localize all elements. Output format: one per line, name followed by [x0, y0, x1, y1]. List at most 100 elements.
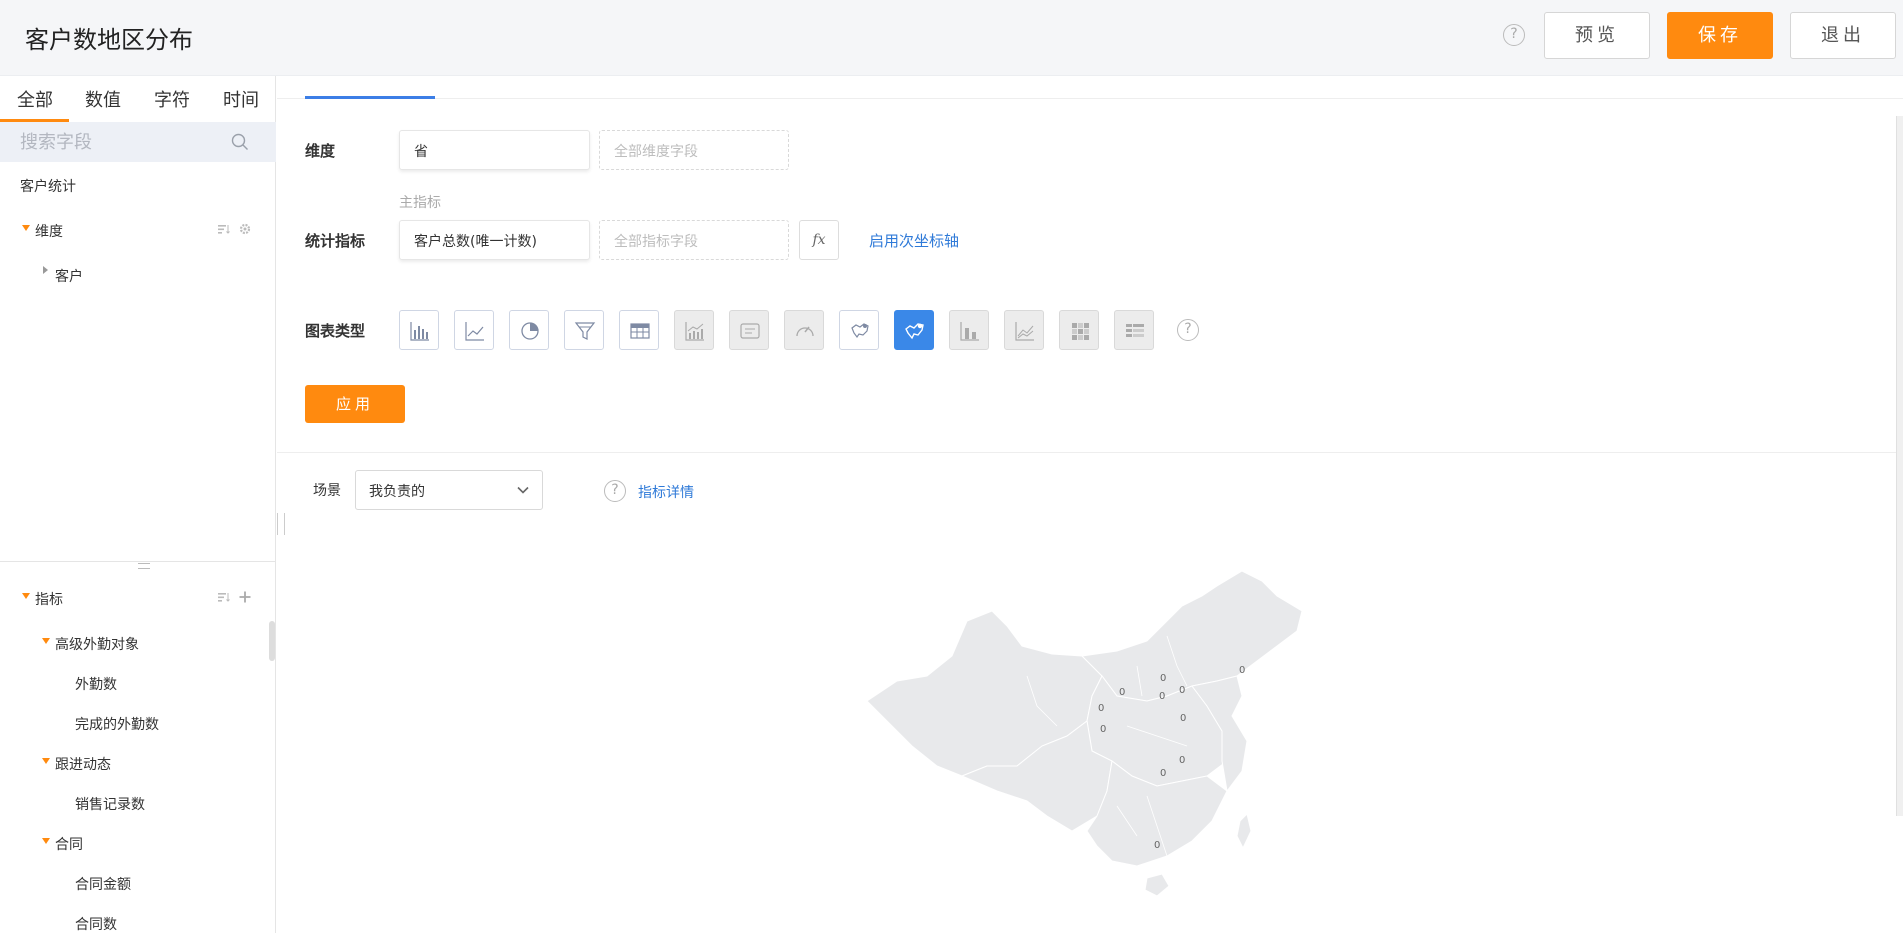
dimension-group-label[interactable]: 维度 [35, 221, 63, 241]
combo-chart-icon [685, 322, 704, 341]
text-card-icon [740, 323, 760, 339]
chart-type-area[interactable] [1004, 310, 1044, 350]
tab-string[interactable]: 字符 [154, 86, 190, 112]
map-region-hainan [1144, 873, 1170, 897]
tab-all[interactable]: 全部 [17, 86, 53, 112]
page-title: 客户数地区分布 [25, 26, 193, 54]
metric-item[interactable]: 销售记录数 [75, 794, 145, 814]
formula-button[interactable]: fx [799, 220, 839, 260]
save-button[interactable]: 保存 [1667, 12, 1773, 59]
chart-type-heatmap[interactable] [1059, 310, 1099, 350]
collapse-arrow-icon[interactable] [42, 838, 50, 844]
metric-group-label[interactable]: 指标 [35, 589, 63, 609]
search-box [0, 122, 276, 162]
map-value-label: 0 [1160, 768, 1166, 779]
china-map-chart: 0 0 0 0 0 0 0 0 0 0 0 [857, 566, 1317, 940]
field-panel: 全部 数值 字符 时间 客户统计 维度 客户 指标 高级外勤对象 外勤数 完成 [0, 76, 276, 933]
chart-type-pie[interactable] [509, 310, 549, 350]
search-input[interactable] [18, 128, 218, 156]
expand-arrow-icon[interactable] [43, 266, 48, 274]
chevron-down-icon [517, 486, 529, 494]
top-bar: 客户数地区分布 ? 预览 保存 退出 [0, 0, 1903, 76]
collapse-arrow-icon[interactable] [42, 758, 50, 764]
editor-scrollbar[interactable] [1896, 116, 1903, 816]
chart-type-label: 图表类型 [305, 322, 366, 340]
map-value-label: 0 [1119, 687, 1125, 698]
heatmap-icon [1072, 323, 1089, 340]
sort-icon[interactable] [218, 592, 230, 602]
tab-time[interactable]: 时间 [223, 86, 259, 112]
secondary-axis-link[interactable]: 启用次坐标轴 [869, 230, 959, 251]
tree-item-customer[interactable]: 客户 [55, 266, 83, 286]
chart-type-combo[interactable] [674, 310, 714, 350]
scene-select-value: 我负责的 [369, 484, 425, 500]
collapse-arrow-icon[interactable] [42, 638, 50, 644]
metric-subgroup-label[interactable]: 高级外勤对象 [55, 634, 139, 654]
chart-type-stacked-bar[interactable] [949, 310, 989, 350]
map-value-label: 0 [1154, 840, 1160, 851]
field-panel-scrollbar[interactable] [269, 621, 275, 661]
table-chart-icon [630, 323, 650, 339]
scene-select[interactable]: 我负责的 [355, 470, 543, 510]
panel-collapse-handle[interactable] [277, 513, 285, 535]
metric-detail-help-icon[interactable]: ? [604, 480, 626, 502]
sort-icon[interactable] [218, 224, 230, 234]
map-value-label: 0 [1098, 703, 1104, 714]
stacked-bar-icon [960, 322, 979, 341]
tree-root-label: 客户统计 [20, 179, 76, 195]
chart-type-table[interactable] [619, 310, 659, 350]
metric-item[interactable]: 外勤数 [75, 674, 117, 694]
metric-detail-link[interactable]: 指标详情 [638, 482, 694, 502]
chart-type-funnel[interactable] [564, 310, 604, 350]
dimension-drop-zone[interactable]: 全部维度字段 [599, 130, 789, 170]
area-chart-icon [1015, 322, 1034, 341]
splitter-drag-handle[interactable] [138, 563, 150, 569]
map-value-label: 0 [1179, 755, 1185, 766]
metric-drop-zone[interactable]: 全部指标字段 [599, 220, 789, 260]
china-map-icon [905, 323, 924, 340]
metric-field-chip[interactable]: 客户总数(唯一计数) [399, 220, 590, 260]
map-value-label: 0 [1180, 713, 1186, 724]
world-map-icon [851, 323, 869, 339]
map-value-label: 0 [1159, 691, 1165, 702]
metric-item[interactable]: 合同金额 [75, 874, 131, 894]
metric-item[interactable]: 合同数 [75, 914, 117, 934]
search-icon[interactable] [231, 133, 249, 151]
bar-chart-icon [410, 322, 429, 341]
section-divider [277, 452, 1903, 453]
gear-icon[interactable] [239, 223, 251, 235]
collapse-arrow-icon[interactable] [22, 593, 30, 599]
metric-subgroup-label[interactable]: 合同 [55, 834, 83, 854]
chart-type-help-icon[interactable]: ? [1177, 319, 1199, 341]
collapse-arrow-icon[interactable] [22, 225, 30, 231]
metric-item[interactable]: 完成的外勤数 [75, 714, 159, 734]
funnel-chart-icon [574, 322, 596, 340]
dimension-field-chip[interactable]: 省 [399, 130, 590, 170]
preview-button[interactable]: 预览 [1544, 12, 1650, 59]
chart-type-bar[interactable] [399, 310, 439, 350]
apply-button[interactable]: 应用 [305, 385, 405, 423]
chart-type-china-map[interactable] [894, 310, 934, 350]
china-map-svg: 0 0 0 0 0 0 0 0 0 0 0 [866, 570, 1303, 897]
line-chart-icon [465, 322, 484, 341]
plus-icon[interactable] [239, 591, 251, 603]
chart-type-world-map[interactable] [839, 310, 879, 350]
pie-chart-icon [521, 322, 539, 340]
map-region-taiwan [1236, 813, 1252, 850]
exit-button[interactable]: 退出 [1790, 12, 1896, 59]
chart-type-text[interactable] [729, 310, 769, 350]
metric-subgroup-label[interactable]: 跟进动态 [55, 754, 111, 774]
tab-number[interactable]: 数值 [85, 86, 121, 112]
gauge-chart-icon [796, 326, 814, 337]
dimension-label: 维度 [305, 142, 336, 160]
active-tab-indicator [305, 96, 435, 99]
chart-type-line[interactable] [454, 310, 494, 350]
chart-type-gauge[interactable] [784, 310, 824, 350]
chart-type-pivot[interactable] [1114, 310, 1154, 350]
map-value-label: 0 [1179, 685, 1185, 696]
map-value-label: 0 [1239, 665, 1245, 676]
main-metric-label: 主指标 [399, 195, 441, 211]
map-region-north [1080, 570, 1303, 702]
help-icon[interactable]: ? [1503, 24, 1525, 46]
metric-label: 统计指标 [305, 232, 366, 250]
